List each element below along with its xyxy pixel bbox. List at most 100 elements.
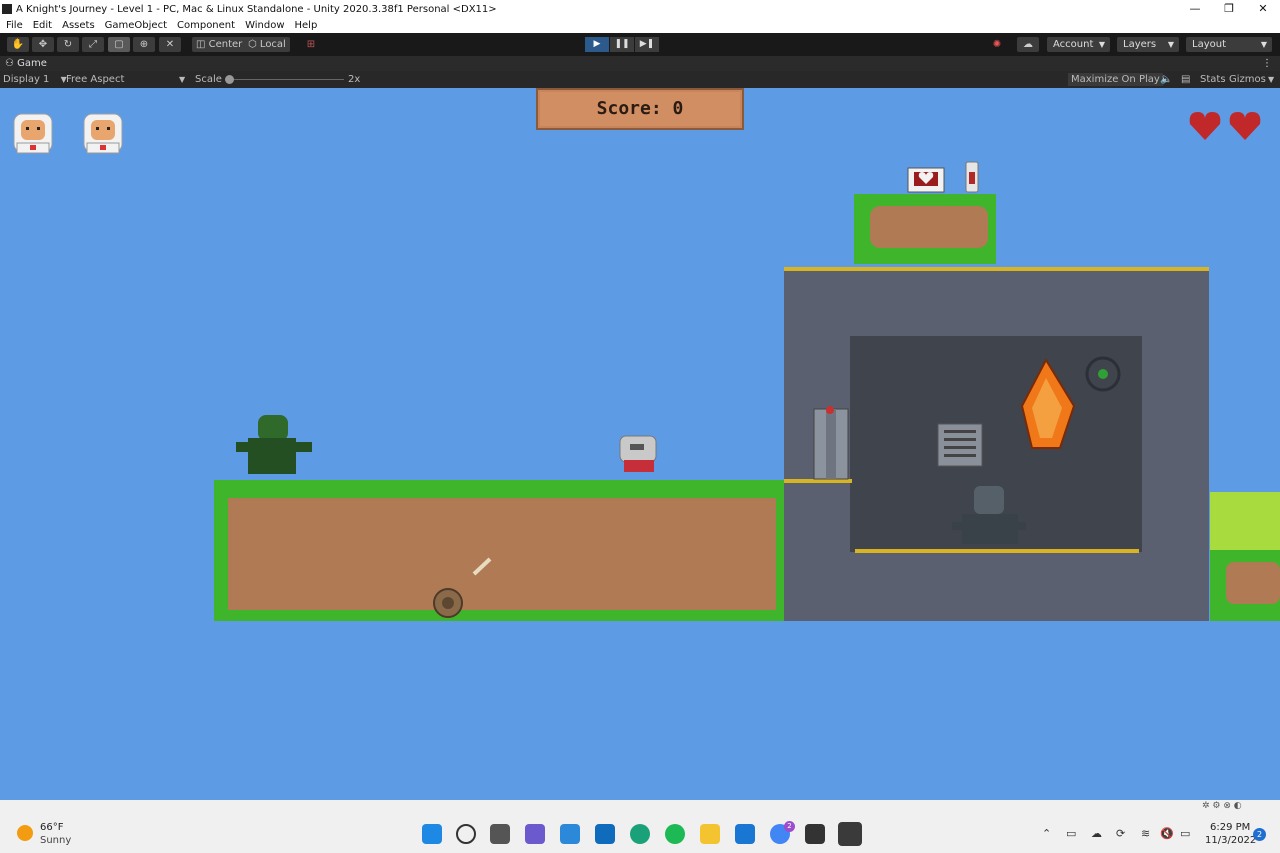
play-button[interactable]: ▶	[585, 37, 609, 52]
game-scene: Score: 0	[13, 88, 1280, 621]
aspect-dropdown[interactable]: Free Aspect ▼	[66, 73, 185, 86]
layout-dropdown[interactable]: Layout ▼	[1186, 37, 1272, 52]
scale-icon[interactable]: ⤢	[82, 37, 104, 52]
pivot-icon: ◫	[196, 39, 209, 50]
battery-icon[interactable]: ▭	[1180, 827, 1190, 840]
pivot-local-toggle[interactable]: ⬡ Local	[244, 37, 290, 52]
custom-tool-icon[interactable]: ✕	[159, 37, 181, 52]
teams-icon[interactable]	[525, 824, 545, 844]
temperature: 66°F	[40, 822, 64, 833]
mute-audio-icon[interactable]: 🔈	[1160, 73, 1172, 86]
clock-time[interactable]: 6:29 PM	[1210, 822, 1250, 833]
potion-icon	[965, 161, 979, 193]
menu-help[interactable]: Help	[295, 20, 318, 31]
menu-component[interactable]: Component	[177, 20, 235, 31]
weather-sun-icon	[17, 825, 33, 841]
collab-icon[interactable]: ✺	[986, 37, 1008, 52]
score-text: Score: 0	[597, 98, 684, 119]
maximize-button[interactable]: ❐	[1212, 0, 1246, 18]
chevron-down-icon: ▼	[179, 75, 186, 84]
game-viewport[interactable]: Score: 0	[0, 88, 1280, 800]
menu-assets[interactable]: Assets	[62, 20, 95, 31]
chevron-down-icon: ▼	[1098, 40, 1105, 49]
menu-window[interactable]: Window	[245, 20, 284, 31]
maximize-on-play-toggle[interactable]: Maximize On Play	[1068, 73, 1163, 86]
step-button[interactable]: ▶❚	[635, 37, 659, 52]
chevron-down-icon: ▼	[1260, 40, 1267, 49]
title-bar: A Knight's Journey - Level 1 - PC, Mac &…	[0, 0, 1280, 18]
clock-date[interactable]: 11/3/2022	[1205, 835, 1256, 846]
pivot-center-toggle[interactable]: ◫ Center	[192, 37, 247, 52]
main-toolbar: ✋ ✥ ↻ ⤢ ▢ ⊕ ✕ ◫ Center ⬡ Local ⊞ ▶ ❚❚ ▶❚…	[0, 33, 1280, 56]
chevron-down-icon: ▼	[1167, 40, 1174, 49]
spotify-icon[interactable]	[665, 824, 685, 844]
gamepad-icon: ⚇	[5, 58, 18, 69]
rotate-icon[interactable]: ↻	[57, 37, 79, 52]
life-icon	[83, 113, 123, 154]
heart-chest-icon	[907, 167, 945, 193]
notification-badge[interactable]: 2	[1253, 828, 1266, 841]
onedrive-icon[interactable]: ☁	[1091, 827, 1102, 840]
display-icon[interactable]: ▭	[1066, 827, 1076, 840]
scale-slider[interactable]	[226, 79, 344, 80]
display-dropdown[interactable]: Display 1 ▼	[3, 73, 67, 86]
metal-door	[813, 406, 849, 480]
tentacle-monster-enemy	[236, 415, 312, 474]
gizmos-toggle[interactable]: Gizmos	[1229, 73, 1266, 86]
volume-muted-icon[interactable]: 🔇	[1160, 827, 1174, 840]
pause-button[interactable]: ❚❚	[610, 37, 634, 52]
player-knight	[619, 435, 657, 472]
tray-icon: ✲ ⚙ ⊗ ◐	[1202, 801, 1242, 811]
heart-icon	[1229, 112, 1261, 140]
game-tab[interactable]: ⚇ Game	[5, 58, 47, 69]
close-button[interactable]: ✕	[1246, 0, 1280, 18]
file-explorer-icon[interactable]	[700, 824, 720, 844]
ground-platform	[214, 480, 784, 621]
chrome-badge: 2	[784, 821, 795, 832]
search-icon[interactable]	[456, 824, 476, 844]
transform-icon[interactable]: ⊕	[133, 37, 155, 52]
menu-gameobject[interactable]: GameObject	[105, 20, 167, 31]
windows-taskbar: 66°F Sunny 2 ⌃ ▭ ☁ ⟳ ≋ 🔇 ▭ 6:29 PM 11/3/…	[0, 800, 1280, 853]
window-title: A Knight's Journey - Level 1 - PC, Mac &…	[16, 3, 497, 15]
layers-dropdown[interactable]: Layers ▼	[1117, 37, 1179, 52]
cloud-icon[interactable]: ☁	[1017, 37, 1039, 52]
start-icon[interactable]	[422, 824, 442, 844]
account-dropdown[interactable]: Account ▼	[1047, 37, 1110, 52]
stats-icon: ▤	[1181, 74, 1191, 85]
heart-icon	[1189, 112, 1221, 140]
chevron-up-icon[interactable]: ⌃	[1042, 827, 1051, 840]
scale-label: Scale	[195, 74, 222, 85]
hand-icon[interactable]: ✋	[7, 37, 29, 52]
menu-edit[interactable]: Edit	[33, 20, 52, 31]
minimize-button[interactable]: —	[1178, 0, 1212, 18]
fossil-shell	[433, 588, 463, 618]
menu-bar: File Edit Assets GameObject Component Wi…	[0, 18, 1280, 33]
unity-hub-icon[interactable]	[805, 824, 825, 844]
move-icon[interactable]: ✥	[32, 37, 54, 52]
sync-icon[interactable]: ⟳	[1116, 827, 1125, 840]
stats-toggle[interactable]: Stats	[1200, 73, 1226, 86]
menu-file[interactable]: File	[6, 20, 23, 31]
unity-icon	[2, 4, 12, 14]
upper-grass-platform	[854, 194, 996, 264]
wifi-icon[interactable]: ≋	[1141, 827, 1150, 840]
chevron-down-icon[interactable]: ▼	[1268, 73, 1274, 86]
tab-menu-icon[interactable]: ⋮	[1262, 58, 1272, 69]
edge-icon[interactable]	[630, 824, 650, 844]
grid-snap-icon[interactable]: ⊞	[300, 37, 322, 52]
mail-icon[interactable]	[595, 824, 615, 844]
scale-slider-thumb[interactable]	[225, 75, 234, 84]
right-grass-platform	[1210, 492, 1280, 621]
game-view-controls: Display 1 ▼ Free Aspect ▼ Scale 2x Maximi…	[0, 71, 1280, 88]
life-icon	[13, 113, 53, 154]
weather-condition: Sunny	[40, 835, 72, 846]
calendar-icon[interactable]	[735, 824, 755, 844]
unity-editor-icon[interactable]	[838, 822, 862, 846]
cube-icon: ⬡	[248, 39, 260, 50]
rect-icon[interactable]: ▢	[108, 37, 130, 52]
game-tab-bar: ⚇ Game ⋮	[0, 56, 1280, 71]
store-icon[interactable]	[560, 824, 580, 844]
task-view-icon[interactable]	[490, 824, 510, 844]
scale-value: 2x	[348, 74, 361, 85]
